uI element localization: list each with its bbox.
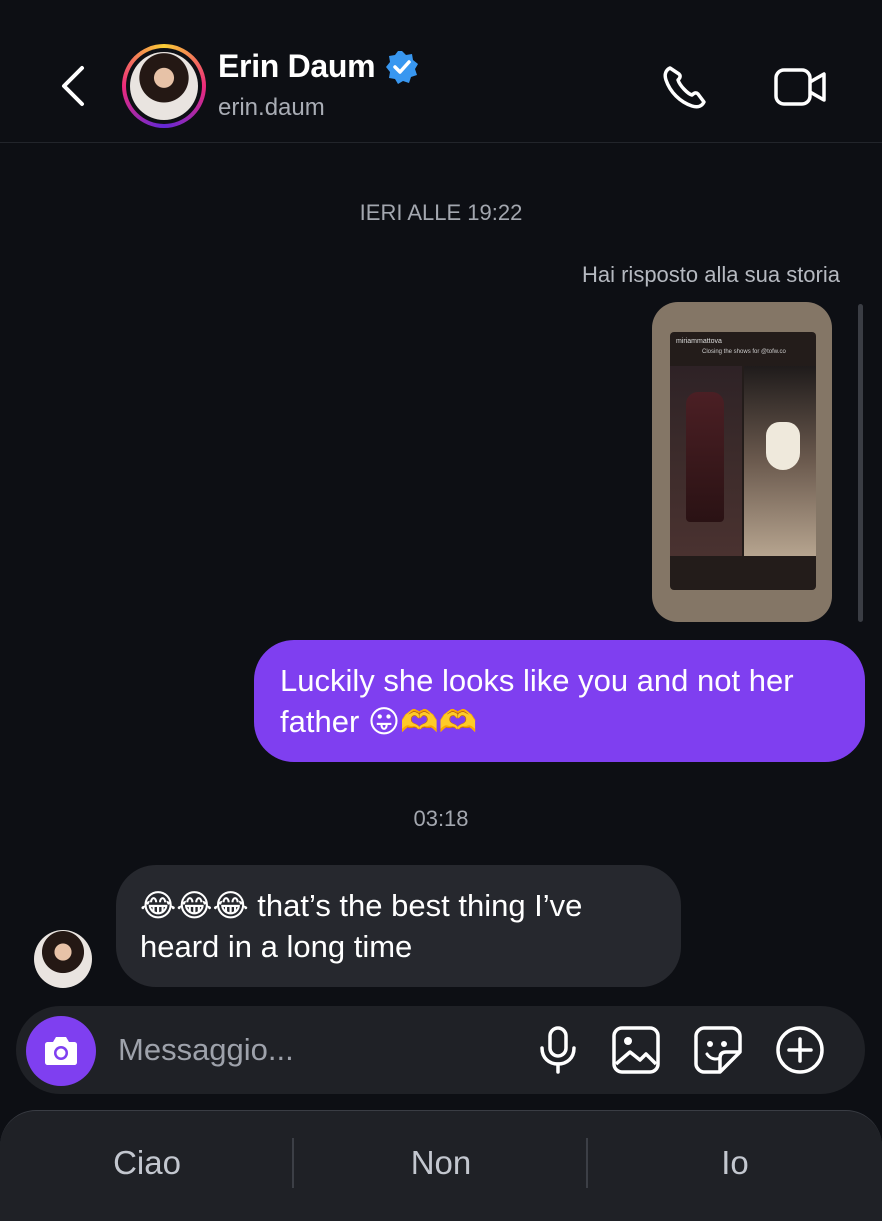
video-camera-icon[interactable] [772,62,828,112]
outgoing-message-text: Luckily she looks like you and not her f… [280,663,794,739]
verified-badge-icon [386,50,419,84]
incoming-message-bubble[interactable]: 😂😂😂 that’s the best thing I’ve heard in … [116,865,681,987]
contact-name-text: Erin Daum [218,48,376,84]
avatar-image [130,52,198,120]
microphone-icon[interactable] [532,1024,584,1076]
phone-icon[interactable] [660,62,710,112]
story-caption: Closing the shows for @tofw.co [702,349,786,355]
story-account: miriammattova [676,338,722,345]
story-image: miriammattova Closing the shows for @tof… [670,332,816,590]
timestamp-today: 03:18 [413,806,469,831]
story-reply-label: Hai risposto alla sua storia [581,262,840,287]
sticker-icon[interactable] [692,1024,744,1076]
suggestion-word-2[interactable]: Non [294,1140,588,1186]
gallery-icon[interactable] [610,1024,662,1076]
incoming-message-text: 😂😂😂 that’s the best thing I’ve heard in … [140,888,583,964]
plus-icon[interactable] [774,1024,826,1076]
camera-button[interactable] [26,1016,96,1086]
back-chevron-icon[interactable] [52,62,96,110]
suggestion-word-1[interactable]: Ciao [0,1140,294,1186]
suggestion-word-3[interactable]: Io [588,1140,882,1186]
profile-avatar[interactable] [122,44,206,128]
outgoing-message-bubble[interactable]: Luckily she looks like you and not her f… [254,640,865,762]
story-preview[interactable]: miriammattova Closing the shows for @tof… [652,302,832,622]
scrollbar[interactable] [858,304,863,622]
message-input[interactable] [116,1026,500,1074]
camera-icon [45,1037,77,1065]
timestamp-yesterday: IERI ALLE 19:22 [359,200,523,225]
contact-username: erin.daum [218,94,325,121]
sender-avatar[interactable] [34,930,92,988]
contact-name[interactable]: Erin Daum [218,48,419,85]
